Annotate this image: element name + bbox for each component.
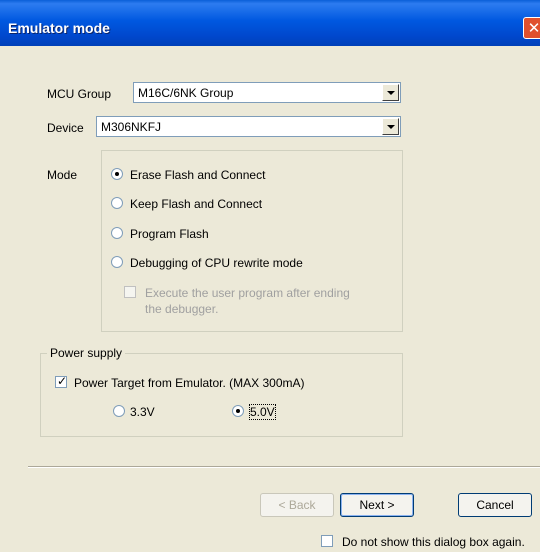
chevron-down-icon[interactable] — [382, 118, 399, 135]
radio-program-flash[interactable] — [111, 227, 123, 239]
chevron-down-icon[interactable] — [382, 84, 399, 101]
radio-3-3v-label: 3.3V — [130, 405, 155, 419]
execute-user-program-label-line2: the debugger. — [145, 302, 219, 316]
radio-keep-flash[interactable] — [111, 197, 123, 209]
cancel-button[interactable]: Cancel — [458, 493, 532, 517]
window-title: Emulator mode — [8, 20, 110, 36]
dont-show-again-checkbox[interactable] — [321, 535, 333, 547]
mcu-group-label: MCU Group — [47, 87, 112, 101]
radio-program-flash-label: Program Flash — [130, 227, 209, 241]
device-value: M306NKFJ — [101, 120, 162, 134]
execute-user-program-label-line1: Execute the user program after ending — [145, 286, 350, 300]
radio-debug-cpu-rewrite-label: Debugging of CPU rewrite mode — [130, 256, 303, 270]
radio-keep-flash-label: Keep Flash and Connect — [130, 197, 263, 211]
power-target-checkbox[interactable] — [55, 374, 67, 388]
mcu-group-value: M16C/6NK Group — [138, 86, 234, 100]
close-icon: ✕ — [527, 20, 540, 37]
radio-erase-flash-label: Erase Flash and Connect — [130, 168, 266, 182]
radio-5-0v-label: 5.0V — [249, 404, 276, 420]
device-label: Device — [47, 121, 84, 135]
device-select[interactable]: M306NKFJ — [96, 116, 401, 137]
mode-label: Mode — [47, 168, 78, 182]
radio-erase-flash[interactable] — [111, 168, 123, 180]
power-supply-label: Power supply — [47, 346, 126, 360]
radio-debug-cpu-rewrite[interactable] — [111, 256, 123, 268]
power-target-label: Power Target from Emulator. (MAX 300mA) — [74, 376, 305, 390]
mcu-group-select[interactable]: M16C/6NK Group — [133, 82, 401, 103]
title-bar: Emulator mode — [0, 0, 540, 46]
back-button[interactable]: < Back — [260, 493, 334, 517]
execute-user-program-checkbox[interactable] — [124, 286, 136, 298]
radio-5-0v[interactable] — [232, 405, 244, 417]
divider — [28, 466, 540, 468]
radio-3-3v[interactable] — [113, 405, 125, 417]
dont-show-again-label: Do not show this dialog box again. — [342, 535, 525, 549]
power-supply-group — [40, 353, 403, 437]
close-button[interactable]: ✕ — [523, 17, 540, 39]
next-button[interactable]: Next > — [340, 493, 414, 517]
